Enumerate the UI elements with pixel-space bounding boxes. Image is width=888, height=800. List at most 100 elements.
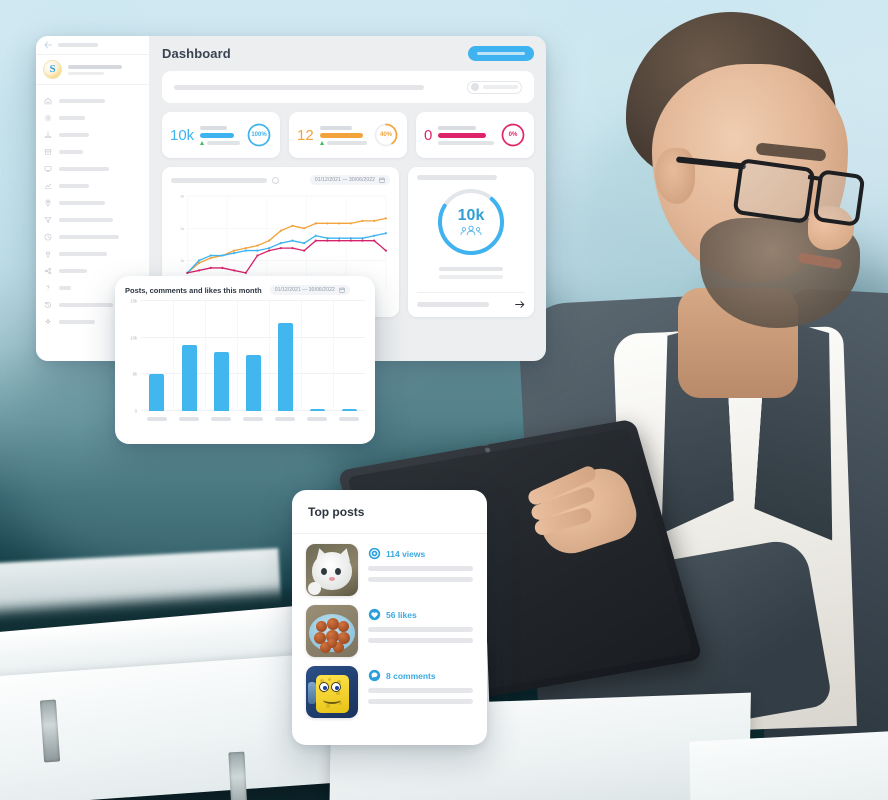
sidebar-back-row[interactable] bbox=[36, 36, 149, 55]
trend-up-icon bbox=[200, 140, 205, 145]
x-label-cell bbox=[237, 417, 269, 421]
filter-toggle[interactable] bbox=[467, 80, 522, 94]
line-marker bbox=[267, 246, 271, 250]
top-post-metric: 114 views bbox=[368, 547, 473, 560]
top-post-body: 56 likes bbox=[368, 605, 473, 643]
line-marker bbox=[361, 219, 364, 222]
sidebar-item-2[interactable] bbox=[36, 126, 149, 143]
top-post-row-0[interactable]: 114 views bbox=[306, 544, 473, 596]
line-marker bbox=[373, 234, 376, 237]
home-icon bbox=[44, 97, 52, 104]
search-bar[interactable] bbox=[162, 71, 534, 103]
line-marker bbox=[209, 256, 212, 260]
line-marker bbox=[303, 242, 306, 245]
line-marker bbox=[221, 266, 224, 270]
sidebar-item-7[interactable] bbox=[36, 211, 149, 228]
sidebar-item-3[interactable] bbox=[36, 143, 149, 160]
x-axis-tick-label bbox=[243, 417, 263, 421]
line-marker bbox=[279, 242, 282, 245]
x-axis-tick-label bbox=[307, 417, 327, 421]
donut-footer-link[interactable] bbox=[417, 292, 525, 309]
kpi-footer-placeholder bbox=[438, 140, 494, 145]
bar-5[interactable] bbox=[309, 409, 325, 411]
bar-1[interactable] bbox=[181, 345, 197, 411]
top-post-metric: 56 likes bbox=[368, 608, 473, 621]
bar-chart-header: Posts, comments and likes this month 01/… bbox=[125, 285, 365, 295]
sidebar-item-label bbox=[59, 200, 105, 205]
gridline-horizontal bbox=[141, 336, 365, 338]
primary-action-button[interactable] bbox=[468, 46, 534, 61]
line-marker bbox=[197, 259, 201, 262]
bar-date-range-picker[interactable]: 01/12/2021 — 30/06/2022 bbox=[269, 285, 350, 295]
info-icon[interactable] bbox=[272, 176, 279, 184]
sidebar-item-8[interactable] bbox=[36, 228, 149, 245]
kpi-card-0[interactable]: 10k 100% bbox=[162, 112, 280, 158]
top-post-body: 8 comments bbox=[368, 666, 473, 704]
line-series-1 bbox=[186, 232, 387, 274]
cat-photo[interactable] bbox=[306, 544, 358, 596]
line-marker bbox=[303, 249, 306, 252]
kpi-footer bbox=[200, 140, 240, 145]
line-marker bbox=[314, 239, 317, 242]
sidebar-item-1[interactable] bbox=[36, 109, 149, 126]
line-marker bbox=[303, 227, 306, 230]
bar-chart-x-labels bbox=[141, 411, 365, 421]
kpi-bar-fill bbox=[200, 132, 235, 138]
y-axis-tick-label: 10k bbox=[130, 335, 137, 341]
kpi-card-1[interactable]: 12 40% bbox=[289, 112, 407, 158]
sidebar-item-label bbox=[59, 132, 89, 137]
history-icon bbox=[45, 301, 51, 308]
bar-3[interactable] bbox=[245, 354, 261, 411]
top-post-row-1[interactable]: 56 likes bbox=[306, 605, 473, 657]
top-post-metric: 8 comments bbox=[368, 669, 473, 682]
bar-6[interactable] bbox=[341, 409, 357, 411]
line-marker bbox=[232, 249, 236, 252]
sidebar-item-4[interactable] bbox=[36, 160, 149, 177]
bar-4[interactable] bbox=[277, 323, 293, 411]
bar-date-range-text: 01/12/2021 — 30/06/2022 bbox=[274, 287, 335, 293]
line-marker bbox=[349, 237, 352, 240]
calendar-icon bbox=[339, 287, 345, 293]
search-input-placeholder[interactable] bbox=[174, 84, 424, 90]
sidebar-item-label bbox=[59, 285, 71, 290]
y-axis-tick-label: 15k bbox=[130, 298, 137, 304]
sidebar-item-label bbox=[59, 234, 119, 239]
line-marker bbox=[267, 239, 271, 242]
sidebar-item-0[interactable] bbox=[36, 92, 149, 109]
y-axis-tick-label: 2k bbox=[180, 227, 184, 231]
meatballs-photo[interactable] bbox=[306, 605, 358, 657]
kpi-card-2[interactable]: 0 0% bbox=[416, 112, 534, 158]
donut-caption-lines bbox=[417, 267, 525, 279]
line-marker bbox=[326, 222, 329, 225]
help-icon bbox=[46, 285, 50, 290]
line-marker bbox=[291, 224, 294, 227]
line-date-range-picker[interactable]: 01/12/2021 — 30/06/2022 bbox=[309, 175, 390, 185]
monitor-icon bbox=[44, 165, 52, 172]
gridline-vertical bbox=[301, 301, 302, 411]
top-post-text-placeholder bbox=[368, 699, 473, 704]
x-axis-tick-label bbox=[147, 417, 167, 421]
avatar-initial: S bbox=[49, 63, 56, 75]
bar-2[interactable] bbox=[213, 351, 229, 411]
spongebob-photo[interactable] bbox=[306, 666, 358, 718]
gridline-vertical bbox=[269, 301, 270, 411]
kpi-bar-track bbox=[438, 125, 477, 130]
line-marker bbox=[279, 246, 282, 250]
line-marker bbox=[384, 249, 388, 252]
kpi-bar-fill bbox=[319, 132, 364, 138]
line-marker bbox=[291, 239, 294, 242]
kpi-bar-track bbox=[200, 125, 228, 130]
kpi-progress-ring: 0% bbox=[500, 122, 526, 148]
sidebar-item-6[interactable] bbox=[36, 194, 149, 211]
sidebar-item-5[interactable] bbox=[36, 177, 149, 194]
content-header: Dashboard bbox=[162, 46, 534, 61]
line-date-range-text: 01/12/2021 — 30/06/2022 bbox=[314, 177, 375, 183]
line-marker bbox=[314, 222, 317, 225]
top-post-text-placeholder bbox=[368, 688, 473, 693]
sidebar-item-9[interactable] bbox=[36, 245, 149, 262]
bar-0[interactable] bbox=[149, 373, 165, 411]
top-post-row-2[interactable]: 8 comments bbox=[306, 666, 473, 718]
kpi-footer-placeholder bbox=[207, 140, 240, 145]
line-marker bbox=[349, 222, 352, 225]
sidebar-profile[interactable]: S bbox=[36, 55, 149, 85]
